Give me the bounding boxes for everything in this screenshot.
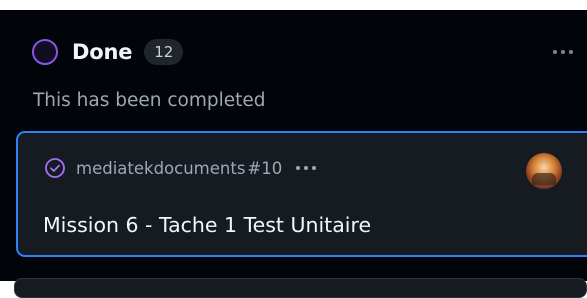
column-title: Done [72,40,133,64]
kebab-horizontal-icon [553,50,557,54]
kebab-horizontal-icon [296,166,301,170]
item-count-badge: 12 [144,39,184,65]
assignee-avatar[interactable] [526,153,562,189]
repo-name[interactable]: mediatekdocuments [76,159,245,178]
column-header: Done 12 [32,38,184,66]
kebab-dot [304,166,309,170]
kebab-dot [312,166,317,170]
circle-status-icon [32,39,58,65]
issue-card[interactable]: mediatekdocuments #10 Mission 6 - Tache … [16,131,587,257]
column-more-button[interactable] [553,38,573,66]
card-more-button[interactable] [296,166,317,170]
issue-number[interactable]: #10 [247,159,282,178]
card-meta: mediatekdocuments #10 [44,155,317,181]
kebab-dot [569,50,573,54]
kebab-dot [561,50,565,54]
issue-closed-icon [45,158,65,178]
column-description: This has been completed [33,90,266,111]
issue-title[interactable]: Mission 6 - Tache 1 Test Unitaire [43,213,371,237]
next-issue-card[interactable] [14,278,587,298]
